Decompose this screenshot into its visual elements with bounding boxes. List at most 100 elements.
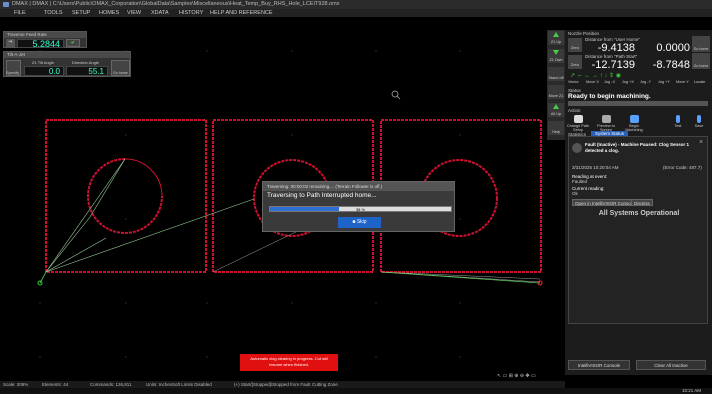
menu-tools[interactable]: TOOLS bbox=[44, 9, 63, 17]
z1-down-button[interactable]: Z1 Dwn bbox=[548, 49, 564, 63]
status-soft-limits: Soft Limits Disabled bbox=[172, 382, 212, 387]
jog-row: Vector Move X Jog -X Jog +X Jog -Y Jog +… bbox=[566, 71, 711, 86]
fault-code: (Error Code: 487.7) bbox=[663, 165, 702, 170]
test-icon bbox=[676, 115, 680, 123]
all-up-label: All Up bbox=[550, 112, 562, 116]
feed-rate-title: Traverse Feed Rate bbox=[4, 32, 86, 38]
menu-help[interactable]: HELP AND REFERENCE bbox=[210, 9, 273, 17]
current-value: Ok bbox=[572, 191, 578, 196]
zero-path-button[interactable]: Zero bbox=[568, 55, 582, 69]
stand-off-button[interactable]: Stand off bbox=[548, 67, 564, 81]
nozzle-x1: -9.4138 bbox=[597, 42, 635, 54]
status-bar bbox=[568, 101, 708, 106]
menu-homes[interactable]: HOMES bbox=[99, 9, 119, 17]
tilt-angle-value: 0.0 bbox=[24, 66, 64, 76]
traverse-dialog: Traversing: 00:00:02 remaining.... (Terr… bbox=[262, 181, 455, 232]
jog-plus-y[interactable]: Jog +Y bbox=[658, 80, 670, 84]
menu-setup[interactable]: SETUP bbox=[72, 9, 90, 17]
feed-icon: ⇒ bbox=[6, 39, 15, 47]
status-commands: Commands: 126,811 bbox=[90, 382, 132, 387]
dismiss-button[interactable]: Dismiss bbox=[631, 199, 653, 206]
save-button[interactable]: Save bbox=[689, 114, 709, 132]
clear-inactive-button[interactable]: Clear All Inactive bbox=[636, 360, 706, 370]
preview-button[interactable]: Preview to Screen bbox=[593, 114, 619, 132]
jog-move-x[interactable]: Move X bbox=[586, 80, 599, 84]
skip-button[interactable]: ■ Skip bbox=[338, 217, 381, 228]
nozzle-y2: -8.7848 bbox=[652, 59, 690, 71]
systems-status: All Systems Operational bbox=[598, 210, 680, 217]
jog-move-y[interactable]: Move Y bbox=[676, 80, 689, 84]
tilt-panel: Tilt-A-Jet Specify Z1 Tilt Angle Directi… bbox=[3, 51, 131, 77]
tilt-go-home-button[interactable]: Go home bbox=[111, 60, 130, 76]
save-label: Save bbox=[694, 124, 704, 128]
screen-icon bbox=[601, 115, 611, 123]
zero-user-label: Zero bbox=[570, 45, 580, 50]
fault-date: 3/31/2025 10:20:04 AM bbox=[572, 165, 619, 170]
play-icon bbox=[629, 115, 639, 123]
change-path-setup-button[interactable]: Change Path Setup bbox=[565, 114, 591, 132]
menu-bar: FILE TOOLS SETUP HOMES VIEW XDATA HISTOR… bbox=[0, 9, 712, 17]
tilt-go-home-label: Go home bbox=[113, 71, 128, 75]
clock: 10:21 AM bbox=[682, 388, 702, 393]
jog-minus-x[interactable]: Jog -X bbox=[604, 80, 615, 84]
zero-user-button[interactable]: Zero bbox=[568, 38, 582, 52]
dialog-message: Traversing to Path Interrupted home... bbox=[267, 192, 377, 199]
action-label: Action bbox=[568, 108, 581, 113]
menu-view[interactable]: VIEW bbox=[127, 9, 141, 17]
progress-percent: 38 % bbox=[355, 207, 366, 212]
move-z1-label: Move Z1 bbox=[548, 94, 564, 98]
clog-banner: Automatic clog clearing in progress. Cut… bbox=[240, 354, 338, 371]
help-button[interactable]: Help bbox=[548, 121, 564, 135]
change-path-setup-label: Change Path Setup bbox=[566, 124, 590, 132]
status-scale: Scale: 209% bbox=[3, 382, 29, 387]
feed-apply-button[interactable]: ✔ bbox=[66, 39, 80, 47]
feed-rate-panel: Traverse Feed Rate ⇒ 5.2844 ✔ bbox=[3, 31, 87, 49]
reading-value: Faulted bbox=[572, 179, 588, 184]
begin-machining-button[interactable]: Begin Machining bbox=[621, 114, 647, 132]
traverse-progress: 38 % bbox=[269, 206, 452, 212]
status-bar-bottom: Scale: 209% Elements: 44 Commands: 126,8… bbox=[0, 381, 565, 388]
go-home-button[interactable]: Go home bbox=[692, 36, 710, 52]
jog-arrows-icon: ↗ ⇔ ← → ↑ ↓ ⇕ ◉ bbox=[570, 73, 621, 79]
menu-history[interactable]: HISTORY bbox=[179, 9, 203, 17]
zero-path-label: Zero bbox=[570, 62, 580, 67]
test-button[interactable]: Test bbox=[669, 114, 687, 132]
fault-icon bbox=[572, 143, 582, 153]
status-zone: Cutting Zone bbox=[312, 382, 338, 387]
z1-up-label: Z1 Up bbox=[550, 40, 562, 44]
menu-file[interactable]: FILE bbox=[14, 9, 26, 17]
fault-notice: Fault (Inactive) - Machine Paused: Clog … bbox=[568, 136, 708, 324]
intellivisor-console-button[interactable]: IntelliVISOR Console bbox=[568, 360, 630, 370]
jog-minus-y[interactable]: Jog -Y bbox=[640, 80, 651, 84]
window-title: DMAX | DMAX | C:\Users\Public\OMAX_Corpo… bbox=[12, 1, 340, 7]
close-icon[interactable]: × bbox=[699, 139, 703, 146]
open-console-button[interactable]: Open in IntelliVISOR Console bbox=[572, 199, 638, 206]
direction-angle-value: 55.1 bbox=[66, 66, 108, 76]
save-icon bbox=[697, 115, 701, 123]
status-elements: Elements: 44 bbox=[42, 382, 69, 387]
go-home-path-button[interactable]: Go home bbox=[692, 53, 710, 69]
zoom-icon[interactable]: ↖ ▭ ⊞ ⊕ ⊖ ✥ ▭ bbox=[497, 373, 536, 379]
move-z1-button[interactable]: Move Z1 bbox=[548, 85, 564, 99]
banner-line2: resume when finished. bbox=[268, 362, 310, 367]
go-home-label: Go home bbox=[693, 47, 709, 51]
zoom-toolbar: ↖ ▭ ⊞ ⊕ ⊖ ✥ ▭ bbox=[497, 373, 567, 380]
setup-icon bbox=[573, 115, 583, 123]
title-bar: DMAX | DMAX | C:\Users\Public\OMAX_Corpo… bbox=[0, 0, 712, 9]
go-home-path-label: Go home bbox=[693, 64, 709, 68]
all-up-button[interactable]: All Up bbox=[548, 103, 564, 117]
menu-xdata[interactable]: XDATA bbox=[151, 9, 169, 17]
status-start: (+) Start/[Stopped]/Stopped from Fault bbox=[234, 382, 311, 387]
taskbar: 10:21 AM bbox=[0, 388, 712, 394]
jog-locate[interactable]: Locate bbox=[694, 80, 705, 84]
jog-vector[interactable]: Vector bbox=[568, 80, 579, 84]
jog-plus-x[interactable]: Jog +X bbox=[622, 80, 634, 84]
specify-label[interactable]: Specify bbox=[6, 70, 19, 75]
app-icon bbox=[3, 2, 9, 7]
tilt-angle-label: Z1 Tilt Angle bbox=[32, 60, 55, 65]
nozzle-x2: -12.7139 bbox=[591, 59, 635, 71]
feed-rate-value: 5.2844 bbox=[17, 39, 64, 49]
stand-off-label: Stand off bbox=[548, 76, 564, 80]
z1-up-button[interactable]: Z1 Up bbox=[548, 31, 564, 45]
test-label: Test bbox=[674, 124, 682, 128]
